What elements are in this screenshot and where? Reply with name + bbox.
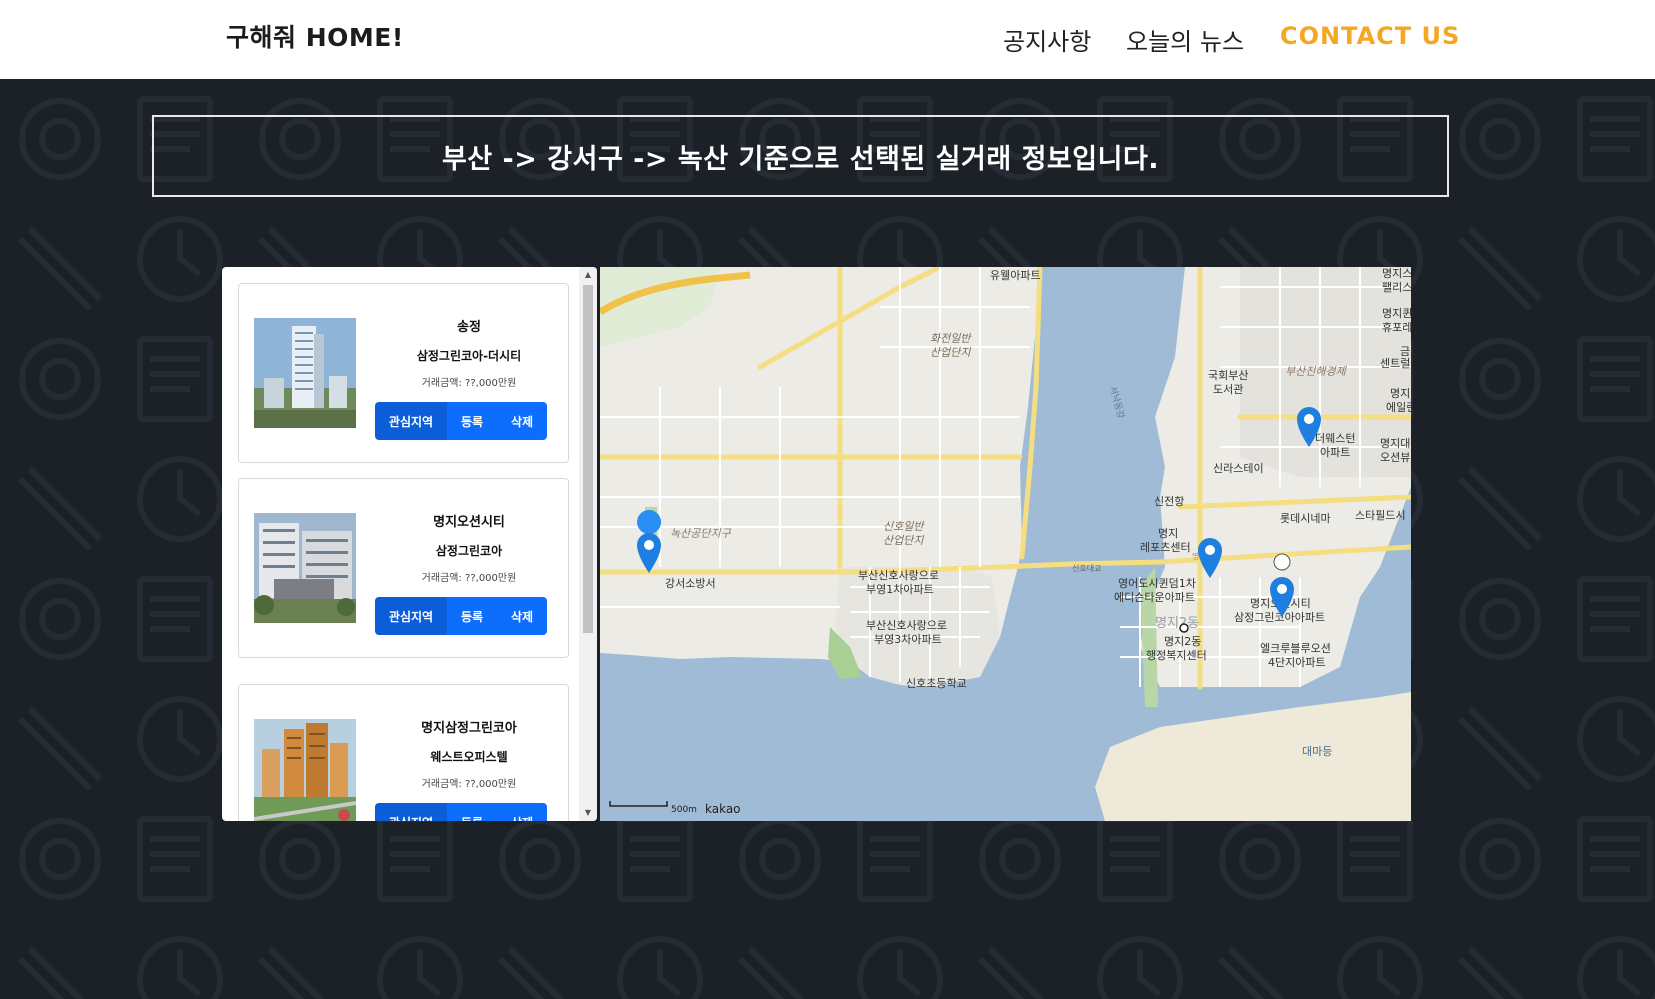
- svg-text:레포츠센터: 레포츠센터: [1140, 541, 1191, 554]
- listing-card: 송정 삼정그린코아-더시티 거래금액: ??,000만원 관심지역 등록 삭제: [238, 283, 569, 463]
- svg-text:부영3차아파트: 부영3차아파트: [874, 633, 942, 646]
- register-button[interactable]: 등록: [447, 803, 497, 821]
- selection-banner: 부산 -> 강서구 -> 녹산 기준으로 선택된 실거래 정보입니다.: [152, 115, 1449, 197]
- kakao-logo: kakao: [705, 802, 741, 816]
- svg-text:명지: 명지: [1390, 387, 1410, 400]
- interest-area-button[interactable]: 관심지역: [375, 803, 447, 821]
- svg-text:스타필드시: 스타필드시: [1355, 509, 1406, 522]
- listing-actions: 관심지역 등록 삭제: [375, 803, 547, 821]
- svg-text:행정복지센터: 행정복지센터: [1146, 649, 1207, 662]
- kakao-map[interactable]: 유웰아파트 화전일반 산업단지 서낙동강 국회부산 도서관 부산진해경제 명지스…: [600, 267, 1411, 821]
- svg-text:롯데시네마: 롯데시네마: [1280, 512, 1331, 525]
- nav-notice-link[interactable]: 공지사항: [1003, 22, 1091, 57]
- apartment-thumbnail: [254, 513, 356, 623]
- svg-text:4단지아파트: 4단지아파트: [1268, 656, 1326, 669]
- svg-text:에일린: 에일린: [1386, 400, 1411, 414]
- svg-text:명지: 명지: [1158, 527, 1178, 540]
- interest-area-button[interactable]: 관심지역: [375, 402, 447, 440]
- svg-text:부산진해경제: 부산진해경제: [1285, 365, 1348, 378]
- apartment-image: [254, 318, 356, 428]
- svg-text:휴포레아: 휴포레아: [1382, 321, 1411, 334]
- listing-dong: 송정: [457, 320, 481, 335]
- register-button[interactable]: 등록: [447, 402, 497, 440]
- svg-text:에디슨타운아파트: 에디슨타운아파트: [1114, 591, 1195, 604]
- listing-dong: 명지삼정그린코아: [421, 721, 517, 736]
- apartment-image: [254, 513, 356, 623]
- svg-text:센트럴: 센트럴: [1380, 357, 1410, 370]
- svg-text:500m: 500m: [671, 805, 697, 815]
- banner-text: 부산 -> 강서구 -> 녹산 기준으로 선택된 실거래 정보입니다.: [441, 143, 1160, 175]
- svg-text:대마등: 대마등: [1302, 745, 1332, 758]
- apartment-image: [254, 719, 356, 821]
- apartment-thumbnail: [254, 318, 356, 428]
- svg-text:부산신호사랑으로: 부산신호사랑으로: [858, 569, 939, 582]
- svg-text:신호일반: 신호일반: [883, 520, 925, 533]
- svg-text:신호초등학교: 신호초등학교: [906, 677, 967, 690]
- listing-price: 거래금액: ??,000만원: [421, 378, 517, 389]
- svg-text:녹산공단지구: 녹산공단지구: [670, 527, 732, 540]
- listing-scroll-area[interactable]: 송정 삼정그린코아-더시티 거래금액: ??,000만원 관심지역 등록 삭제: [222, 267, 579, 821]
- svg-text:화전일반: 화전일반: [930, 332, 972, 345]
- svg-text:더웨스턴: 더웨스턴: [1315, 432, 1355, 445]
- svg-text:명지스: 명지스: [1382, 267, 1411, 280]
- map-label: 유웰아파트: [990, 269, 1041, 282]
- svg-text:팰리스: 팰리스: [1382, 281, 1411, 294]
- listing-panel: 송정 삼정그린코아-더시티 거래금액: ??,000만원 관심지역 등록 삭제: [222, 267, 597, 821]
- svg-text:부산신호사랑으로: 부산신호사랑으로: [866, 619, 947, 632]
- listing-card: 명지오션시티 삼정그린코아 거래금액: ??,000만원 관심지역 등록 삭제: [238, 478, 569, 658]
- listing-apartment-name: 삼정그린코아-더시티: [416, 349, 522, 363]
- svg-text:산업단지: 산업단지: [930, 346, 971, 359]
- scrollbar-thumb[interactable]: [583, 285, 593, 633]
- listing-apartment-name: 웨스트오피스텔: [430, 750, 508, 764]
- svg-text:신라스테이: 신라스테이: [1213, 462, 1264, 475]
- svg-text:영어도시퀸덤1차: 영어도시퀸덤1차: [1118, 577, 1196, 590]
- top-navbar: 구해줘 HOME! 공지사항 오늘의 뉴스 CONTACT US: [0, 0, 1655, 79]
- svg-text:명지2동: 명지2동: [1164, 635, 1201, 648]
- scroll-down-arrow-icon[interactable]: ▼: [579, 805, 597, 821]
- svg-text:명지퀸: 명지퀸: [1382, 307, 1411, 320]
- svg-text:부영1차아파트: 부영1차아파트: [866, 583, 934, 596]
- svg-text:엘크루블루오션: 엘크루블루오션: [1260, 642, 1331, 655]
- svg-text:강서소방서: 강서소방서: [665, 577, 716, 590]
- delete-button[interactable]: 삭제: [497, 402, 547, 440]
- svg-text:명지2동: 명지2동: [1155, 616, 1199, 631]
- svg-text:오션뷰: 오션뷰: [1380, 451, 1410, 464]
- listing-price: 거래금액: ??,000만원: [421, 779, 517, 790]
- svg-text:국회부산: 국회부산: [1208, 369, 1248, 382]
- svg-text:산업단지: 산업단지: [883, 534, 924, 547]
- svg-text:아파트: 아파트: [1320, 446, 1350, 459]
- svg-text:신호대교: 신호대교: [1072, 564, 1101, 573]
- listing-price: 거래금액: ??,000만원: [421, 573, 517, 584]
- listing-actions: 관심지역 등록 삭제: [375, 597, 547, 635]
- register-button[interactable]: 등록: [447, 597, 497, 635]
- svg-text:도서관: 도서관: [1213, 383, 1243, 396]
- listing-card: 명지삼정그린코아 웨스트오피스텔 거래금액: ??,000만원 관심지역 등록 …: [238, 684, 569, 821]
- listing-scrollbar[interactable]: ▲ ▼: [579, 267, 597, 821]
- svg-text:신전항: 신전항: [1154, 495, 1184, 508]
- scroll-up-arrow-icon[interactable]: ▲: [579, 267, 597, 283]
- listing-apartment-name: 삼정그린코아: [435, 544, 503, 558]
- apartment-thumbnail: [254, 719, 356, 821]
- nav-contact-link[interactable]: CONTACT US: [1280, 22, 1460, 50]
- delete-button[interactable]: 삭제: [497, 803, 547, 821]
- interest-area-button[interactable]: 관심지역: [375, 597, 447, 635]
- delete-button[interactable]: 삭제: [497, 597, 547, 635]
- listing-actions: 관심지역 등록 삭제: [375, 402, 547, 440]
- main-nav: 공지사항 오늘의 뉴스 CONTACT US: [0, 22, 1655, 62]
- listing-dong: 명지오션시티: [433, 515, 505, 530]
- svg-text:명지대: 명지대: [1380, 437, 1410, 450]
- nav-news-link[interactable]: 오늘의 뉴스: [1126, 22, 1244, 57]
